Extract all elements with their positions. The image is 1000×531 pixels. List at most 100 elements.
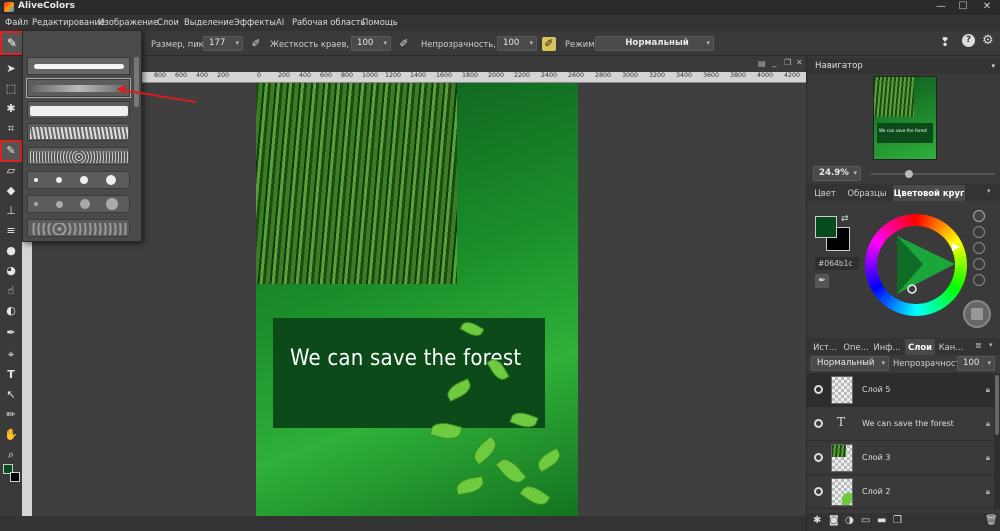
hex-field[interactable]: #064b1c (815, 257, 859, 270)
brush-preset-item[interactable] (27, 123, 130, 141)
document-canvas[interactable]: We can save the forest (256, 83, 578, 516)
menu-help[interactable]: Помощь (362, 17, 398, 27)
document-minimize-icon[interactable]: _ (772, 58, 777, 68)
smudge-tool-icon[interactable]: ☝ (2, 282, 20, 300)
eyedropper-icon[interactable]: ✒ (815, 274, 829, 288)
crop-tool-icon[interactable]: ⌗ (2, 120, 20, 138)
opacity-field[interactable]: 100 ▾ (497, 36, 537, 51)
tab-info[interactable]: Инф... (871, 339, 903, 355)
tab-color-wheel[interactable]: Цветовой круг (893, 185, 965, 201)
move-tool-icon[interactable]: ➤ (2, 60, 20, 78)
menu-edit[interactable]: Редактирование (32, 17, 105, 27)
brush-preset-icon[interactable]: ✎ (0, 31, 24, 55)
tab-channels[interactable]: Кан... (935, 339, 967, 355)
layer-opacity-field[interactable]: 100 ▾ (957, 356, 995, 371)
menu-ai[interactable]: AI (276, 17, 284, 27)
brush-preset-item[interactable] (27, 171, 130, 189)
document-icon[interactable]: ▤ (758, 59, 766, 68)
brush-preset-item[interactable] (27, 195, 130, 213)
menu-selection[interactable]: Выделение (184, 17, 234, 27)
tab-swatches[interactable]: Образцы (843, 185, 891, 201)
settings-gear-icon[interactable]: ⚙ (982, 33, 994, 48)
visibility-eye-icon[interactable] (814, 487, 823, 496)
healing-tool-icon[interactable]: ≡ (2, 222, 20, 240)
color-picker-tool-icon[interactable]: ✏ (2, 406, 20, 424)
tab-color[interactable]: Цвет (809, 185, 841, 201)
eyedropper-tool-icon[interactable]: ✒ (2, 324, 20, 342)
visibility-eye-icon[interactable] (814, 385, 823, 394)
zoom-slider[interactable] (871, 170, 995, 178)
lock-icon[interactable]: 🔒︎ (986, 487, 990, 497)
path-select-tool-icon[interactable]: ↖ (2, 386, 20, 404)
navigator-thumbnail[interactable]: We can save the forest (873, 76, 937, 160)
marquee-tool-icon[interactable]: ⬚ (2, 80, 20, 98)
layers-scrollbar[interactable] (994, 373, 1000, 509)
pressure-opacity-icon[interactable]: ✐ (542, 37, 556, 51)
folder-icon[interactable]: ▬ (877, 515, 886, 526)
visibility-eye-icon[interactable] (814, 419, 823, 428)
brush-preset-item[interactable] (27, 147, 130, 165)
layer-row[interactable]: Слой 2 🔒︎ (807, 475, 994, 509)
pen-tool-icon[interactable]: ⌖ (2, 346, 20, 364)
lock-icon[interactable]: 🔒︎ (986, 419, 990, 429)
fill-tool-icon[interactable]: ◆ (2, 182, 20, 200)
layer-blend-select[interactable]: Нормальный ▾ (811, 356, 889, 371)
minimize-icon[interactable]: — (930, 0, 952, 14)
wheel-mode-icon[interactable] (973, 210, 985, 222)
lock-icon[interactable]: 🔒︎ (986, 453, 990, 463)
layer-effects-icon[interactable]: ✱ (813, 515, 821, 526)
wheel-mode-icon[interactable] (973, 226, 985, 238)
document-close-icon[interactable]: ✕ (796, 58, 803, 67)
shape-tool-icon[interactable]: ◐ (2, 302, 20, 320)
blend-mode-select[interactable]: Нормальный ▾ (595, 36, 714, 51)
layer-row[interactable]: Слой 5 🔒︎ (807, 373, 994, 407)
eraser-tool-icon[interactable]: ▱ (2, 162, 20, 180)
layer-row[interactable]: Слой 3 🔒︎ (807, 441, 994, 475)
brush-preset-item[interactable] (27, 219, 130, 237)
panel-menu-icon[interactable]: ≣ (975, 341, 982, 350)
menu-image[interactable]: Изображение (98, 17, 158, 27)
pressure-hardness-icon[interactable]: ✐ (397, 37, 411, 51)
text-tool-icon[interactable]: T (2, 366, 20, 384)
hardness-field[interactable]: 100 ▾ (351, 36, 391, 51)
zoom-tool-icon[interactable]: ⌕ (2, 446, 20, 464)
blur-tool-icon[interactable]: ● (2, 242, 20, 260)
menu-workspace[interactable]: Рабочая область (292, 17, 365, 27)
duplicate-layer-icon[interactable]: ❐ (893, 515, 902, 526)
document-restore-icon[interactable]: ❐ (784, 58, 791, 67)
tab-history[interactable]: Ист... (809, 339, 841, 355)
magic-wand-tool-icon[interactable]: ✱ (2, 100, 20, 118)
sponge-tool-icon[interactable]: ◕ (2, 262, 20, 280)
size-field[interactable]: 177 ▾ (203, 36, 243, 51)
feedback-icon[interactable]: ❢ (940, 35, 950, 49)
tab-operations[interactable]: Опе... (841, 339, 871, 355)
lock-icon[interactable]: 🔒︎ (986, 385, 990, 395)
menu-file[interactable]: Файл (5, 17, 28, 27)
close-icon[interactable]: ✕ (976, 0, 998, 14)
menu-layers[interactable]: Слои (157, 17, 179, 27)
brush-preset-item[interactable] (27, 57, 130, 75)
swap-colors-icon[interactable]: ⇄ (841, 214, 849, 224)
mask-icon[interactable]: ◙ (829, 515, 839, 526)
adjustment-layer-icon[interactable]: ◑ (845, 515, 854, 526)
zoom-select[interactable]: 24.9% ▾ (813, 166, 861, 181)
visibility-eye-icon[interactable] (814, 453, 823, 462)
new-layer-icon[interactable]: ▭ (861, 515, 870, 526)
background-color-swatch[interactable] (10, 472, 20, 482)
brush-tool-icon[interactable]: ✎ (0, 140, 22, 162)
color-shape-button[interactable] (963, 300, 991, 328)
tab-layers[interactable]: Слои (905, 339, 935, 355)
layer-row[interactable]: T We can save the forest 🔒︎ (807, 407, 994, 441)
foreground-color[interactable] (815, 216, 837, 238)
wheel-mode-icon[interactable] (973, 242, 985, 254)
hand-tool-icon[interactable]: ✋ (2, 426, 20, 444)
pressure-size-icon[interactable]: ✐ (249, 37, 263, 51)
menu-effects[interactable]: Эффекты (234, 17, 276, 27)
wheel-mode-icon[interactable] (973, 274, 985, 286)
wheel-mode-icon[interactable] (973, 258, 985, 270)
help-icon[interactable]: ? (962, 34, 975, 47)
maximize-icon[interactable]: ☐ (952, 0, 974, 14)
stamp-tool-icon[interactable]: ⊥ (2, 202, 20, 220)
delete-layer-icon[interactable]: 🗑︎ (985, 515, 998, 526)
color-wheel[interactable] (865, 214, 967, 316)
